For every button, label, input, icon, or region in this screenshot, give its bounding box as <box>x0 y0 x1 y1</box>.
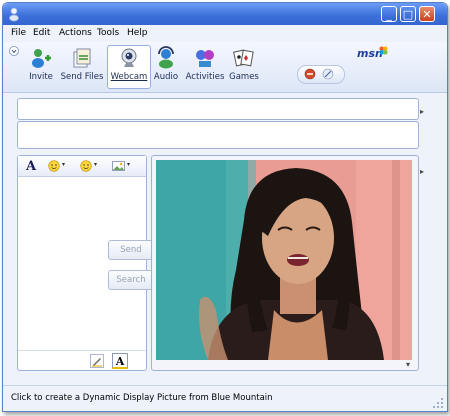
background-icon[interactable] <box>112 161 125 171</box>
display-picture-icon[interactable] <box>322 68 334 80</box>
background-dropdown-icon[interactable]: ▾ <box>127 161 130 168</box>
message-input[interactable] <box>22 180 96 354</box>
audio-label: Audio <box>153 72 179 82</box>
format-toolbar: A ▾ ▾ ▾ <box>18 156 146 177</box>
emoticon-dropdown-icon[interactable]: ▾ <box>62 161 65 168</box>
toolbar-expand-icon[interactable] <box>9 46 19 56</box>
games-label: Games <box>229 72 259 82</box>
messenger-window: _ □ ✕ File Edit Actions Tools Help Invit… <box>2 2 448 412</box>
audio-button[interactable]: Audio <box>151 46 181 88</box>
block-display-group <box>297 65 345 84</box>
expand-arrow-icon[interactable]: ▸ <box>420 107 424 116</box>
compose-pane: A ▾ ▾ ▾ Send Search A <box>17 155 154 371</box>
webcam-button[interactable]: Webcam <box>107 45 151 89</box>
invite-button[interactable]: Invite <box>25 46 57 88</box>
webcam-pane: ▾ <box>151 155 419 371</box>
send-files-icon <box>73 48 91 68</box>
msn-butterfly-icon <box>379 46 388 55</box>
menu-actions[interactable]: Actions <box>59 28 92 38</box>
conversation-header-pane <box>17 121 419 149</box>
webcam-menu-arrow-icon[interactable]: ▾ <box>406 360 410 369</box>
activities-icon <box>196 50 214 67</box>
webcam-icon <box>121 48 137 67</box>
webcam-video[interactable] <box>156 160 412 360</box>
invite-icon <box>32 49 51 68</box>
to-header-pane <box>17 98 419 120</box>
games-button[interactable]: Games <box>227 46 261 88</box>
font-toggle-button[interactable]: A <box>112 353 128 369</box>
send-button[interactable]: Send <box>108 240 154 260</box>
menu-tools[interactable]: Tools <box>97 28 119 38</box>
activities-button[interactable]: Activities <box>185 46 225 88</box>
send-files-button[interactable]: Send Files <box>59 46 105 88</box>
side-panel-arrow-icon[interactable]: ▸ <box>420 167 424 176</box>
games-icon <box>233 49 254 67</box>
search-button[interactable]: Search <box>108 270 154 290</box>
audio-icon <box>158 46 174 69</box>
status-text[interactable]: Click to create a Dynamic Display Pictur… <box>11 393 273 403</box>
status-bar[interactable]: Click to create a Dynamic Display Pictur… <box>3 385 447 411</box>
resize-grip-icon[interactable] <box>433 398 444 409</box>
emoticon-icon[interactable] <box>48 160 60 172</box>
send-files-label: Send Files <box>60 72 104 82</box>
menu-help[interactable]: Help <box>127 28 148 38</box>
wink-dropdown-icon[interactable]: ▾ <box>94 161 97 168</box>
menu-edit[interactable]: Edit <box>33 28 50 38</box>
messenger-app-icon[interactable] <box>7 6 23 22</box>
title-bar[interactable]: _ □ ✕ <box>3 3 447 25</box>
block-icon[interactable] <box>304 68 316 80</box>
maximize-button[interactable]: □ <box>400 6 416 22</box>
wink-icon[interactable] <box>80 160 92 172</box>
toolbar: Invite Send Files Webcam Audio Activitie… <box>3 42 447 93</box>
menu-bar: File Edit Actions Tools Help <box>3 25 447 42</box>
menu-file[interactable]: File <box>11 28 26 38</box>
invite-label: Invite <box>29 72 53 82</box>
compose-footer: A <box>18 350 146 371</box>
webcam-label: Webcam <box>110 72 148 82</box>
activities-label: Activities <box>185 72 225 82</box>
minimize-button[interactable]: _ <box>381 6 397 22</box>
handwriting-icon[interactable] <box>90 354 104 368</box>
close-button[interactable]: ✕ <box>419 6 435 22</box>
font-format-button[interactable]: A <box>26 159 36 175</box>
